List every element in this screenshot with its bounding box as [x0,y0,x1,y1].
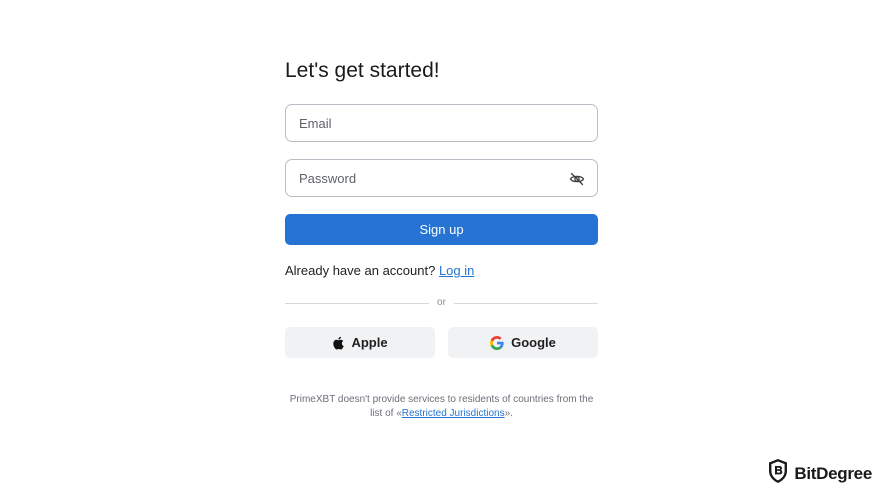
jurisdiction-notice: PrimeXBT doesn't provide services to res… [285,393,598,421]
sign-up-button[interactable]: Sign up [285,214,598,245]
login-link[interactable]: Log in [439,263,474,278]
bitdegree-wordmark: BitDegree [794,463,872,483]
eye-off-icon[interactable] [569,171,585,187]
password-field[interactable] [285,159,598,197]
notice-text-end: ». [504,408,513,419]
email-input[interactable] [299,105,559,141]
bitdegree-watermark: BitDegree [767,458,872,489]
google-icon [490,335,504,350]
login-prompt: Already have an account? Log in [285,263,474,279]
signup-page: Let's get started! Sign up Already have … [0,0,880,495]
restricted-jurisdictions-link[interactable]: Restricted Jurisdictions [402,408,505,419]
login-prompt-text: Already have an account? [285,263,436,278]
bitdegree-shield-icon [767,458,789,489]
or-divider: or [285,296,598,310]
apple-signin-button[interactable]: Apple [285,327,435,358]
apple-icon [332,336,345,350]
page-title: Let's get started! [285,59,440,82]
divider-line-right [454,303,598,304]
google-button-label: Google [511,335,556,350]
email-field[interactable] [285,104,598,142]
password-input[interactable] [299,160,559,196]
google-signin-button[interactable]: Google [448,327,598,358]
apple-button-label: Apple [351,335,388,350]
signup-form: Let's get started! Sign up Already have … [285,56,598,419]
